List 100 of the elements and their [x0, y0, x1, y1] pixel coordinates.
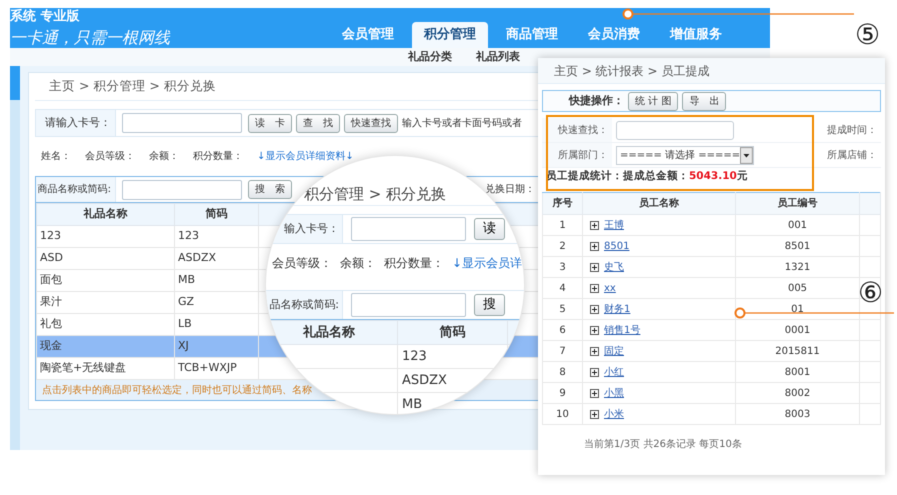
table-cell: 8002: [736, 382, 860, 404]
breadcrumb: 主页 > 统计报表 > 员工提成: [554, 62, 710, 80]
employee-link[interactable]: 小黑: [604, 386, 624, 400]
table-cell[interactable]: 现金: [36, 336, 174, 358]
ops-label: 快捷操作：: [568, 92, 625, 109]
employee-link[interactable]: 8501: [604, 238, 630, 254]
plus-icon: [590, 368, 598, 376]
details-link[interactable]: ↓显示会员详细资料↓: [257, 149, 354, 164]
department-select[interactable]: ===== 请选择 =====: [616, 146, 754, 164]
dropdown-caret-icon: [740, 146, 753, 164]
search-button[interactable]: 搜: [474, 294, 505, 316]
plus-icon: [590, 346, 598, 356]
column-header: 员工名称: [582, 192, 736, 214]
table-cell: 8001: [736, 362, 860, 382]
input-field[interactable]: [122, 113, 242, 133]
column-header: 礼品名称: [36, 204, 174, 226]
plus-icon: [590, 220, 598, 230]
table-cell[interactable]: 果汁: [36, 292, 174, 314]
column-header: 序号: [542, 192, 582, 214]
input-field[interactable]: [122, 180, 242, 200]
total-amount: 5043.10: [689, 169, 737, 184]
action-button[interactable]: 快速查找: [344, 114, 398, 132]
filter-label: 提成时间：: [827, 124, 878, 138]
form-label: 请输入卡号：: [36, 110, 116, 136]
info-label: 积分数量：: [384, 255, 444, 272]
details-link[interactable]: ↓显示会员详: [452, 254, 522, 272]
form-label: 品名称或简码:: [266, 291, 343, 319]
table-cell: 7: [542, 340, 582, 362]
table-cell[interactable]: GZ: [174, 292, 258, 314]
table-cell[interactable]: XJ: [174, 336, 258, 358]
pager-text: 当前第1/3页 共26条记录 每页10条: [583, 438, 743, 452]
table-cell: 3: [542, 256, 582, 278]
breadcrumb: 主页 > 积分管理 > 积分兑换: [49, 77, 216, 96]
plus-icon: [590, 262, 598, 272]
table-cell: 1: [542, 214, 582, 236]
column-header: 简码: [398, 320, 508, 344]
sub-nav-link[interactable]: 礼品列表: [476, 48, 520, 66]
action-button[interactable]: 读 卡: [248, 114, 292, 132]
employee-link[interactable]: 销售1号: [604, 322, 640, 338]
table-cell: 2: [542, 236, 582, 256]
plus-icon: [590, 284, 598, 292]
table-cell[interactable]: ASD: [36, 248, 174, 270]
nav-tab[interactable]: 积分管理: [412, 22, 488, 48]
filter-label: 所属部门：: [542, 143, 612, 167]
employee-link[interactable]: 史飞: [604, 260, 624, 274]
employee-link[interactable]: 财务1: [604, 302, 630, 316]
table-cell[interactable]: 123: [174, 226, 258, 248]
sub-nav-link[interactable]: 礼品分类: [408, 48, 452, 66]
table-cell: 5: [542, 298, 582, 320]
table-cell[interactable]: MB: [174, 270, 258, 292]
table-cell[interactable]: 123: [36, 226, 174, 248]
action-button[interactable]: 导 出: [682, 92, 726, 110]
form-label: 商品名称或简码:: [36, 177, 116, 202]
employee-link[interactable]: 王博: [604, 218, 624, 232]
search-button[interactable]: 搜 索: [248, 180, 292, 199]
info-label: 余额：: [340, 255, 376, 272]
currency-unit: 元: [736, 169, 748, 184]
action-button[interactable]: 查 找: [296, 114, 340, 132]
table-cell: 001: [736, 214, 860, 236]
app-title: 系统 专业版: [10, 9, 80, 25]
table-cell[interactable]: 面包: [36, 270, 174, 292]
employee-link[interactable]: 固定: [604, 344, 624, 358]
table-cell: 0001: [736, 320, 860, 340]
table-cell: 9: [542, 382, 582, 404]
slogan-text: 一卡通，只需一根网线: [10, 27, 170, 48]
table-cell: 8003: [736, 404, 860, 424]
table-cell: 005: [736, 278, 860, 298]
employee-link[interactable]: 小米: [604, 406, 624, 422]
read-card-button[interactable]: 读: [474, 218, 505, 240]
stats-label: 员工提成统计：提成总金额：: [546, 169, 689, 184]
plus-icon: [590, 388, 598, 398]
input-field[interactable]: [351, 217, 466, 241]
table-cell: 4: [542, 278, 582, 298]
plus-icon: [590, 410, 598, 418]
info-label: 余额：: [149, 150, 179, 164]
table-cell: 1321: [736, 256, 860, 278]
info-label: 积分数量：: [193, 150, 243, 164]
table-cell[interactable]: ASDZX: [174, 248, 258, 270]
table-cell: 2015811: [736, 340, 860, 362]
employee-link[interactable]: 小红: [604, 364, 624, 380]
table-cell: 8: [542, 362, 582, 382]
filter-label: 快速查找：: [542, 118, 612, 142]
hint-text: 输入卡号或者卡面号码或者: [402, 116, 522, 130]
plus-icon: [590, 304, 598, 314]
table-cell: 6: [542, 320, 582, 340]
table-cell: 8501: [736, 236, 860, 256]
info-label: 会员等级：: [85, 150, 135, 164]
date-label: 兑换日期：: [485, 182, 535, 197]
action-button[interactable]: 统 计 图: [628, 92, 678, 110]
hint-text: 点击列表中的商品即可轻松选定，同时也可以通过简码、名称: [42, 384, 312, 398]
input-field[interactable]: [616, 120, 734, 140]
employee-link[interactable]: xx: [604, 280, 616, 296]
input-field[interactable]: [351, 293, 466, 317]
table-cell: 10: [542, 404, 582, 424]
callout-number: ⑤: [855, 20, 880, 50]
column-header: 员工编号: [736, 192, 860, 214]
callout-number: ⑥: [858, 278, 884, 308]
filter-label: 所属店铺：: [827, 148, 878, 162]
plus-icon: [590, 326, 598, 334]
plus-icon: [590, 242, 598, 250]
